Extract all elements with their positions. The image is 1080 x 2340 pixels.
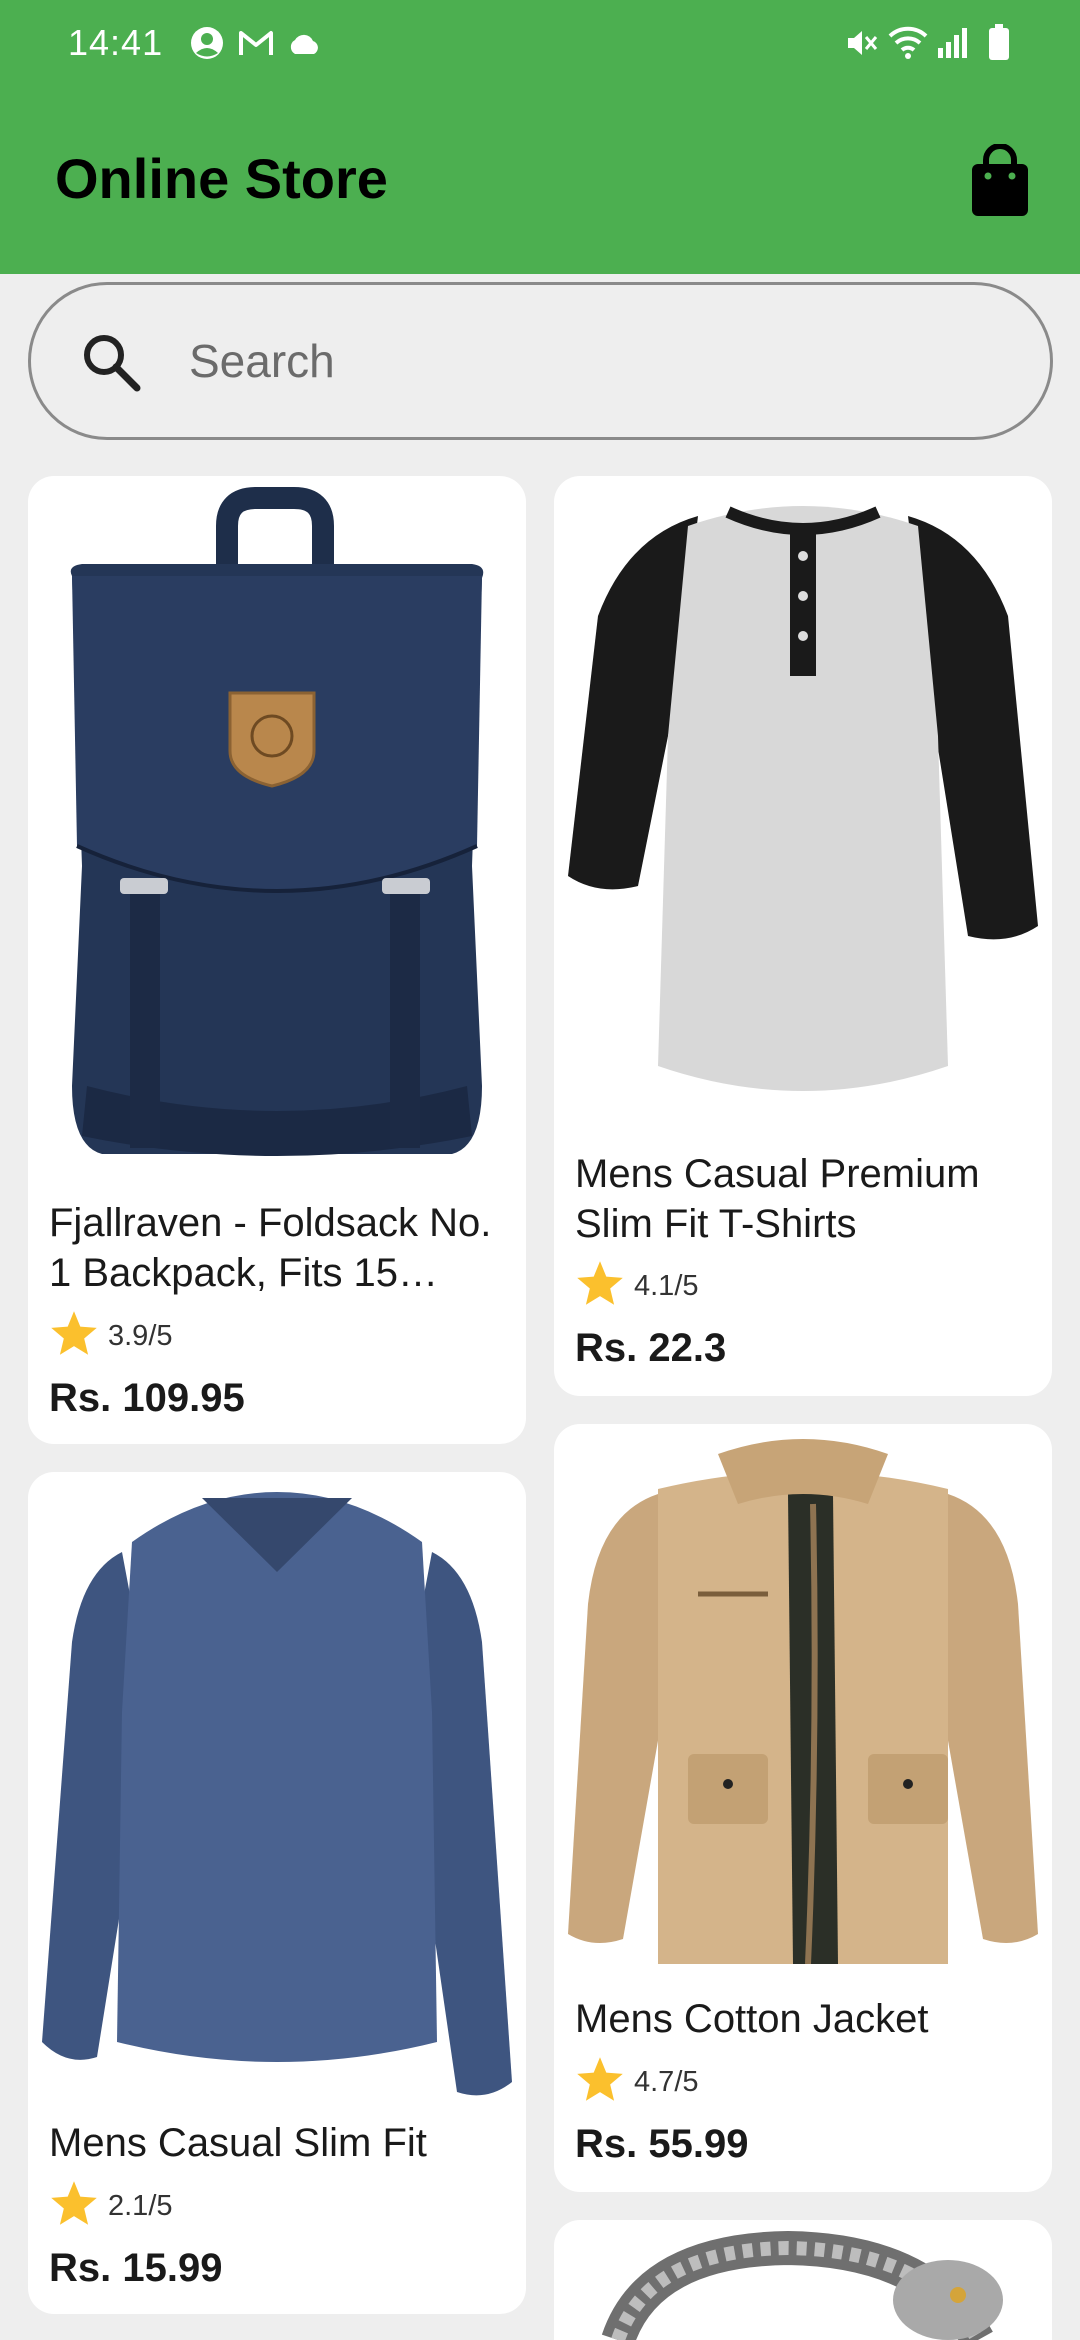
rating-value: 4.1/5 xyxy=(634,1270,699,1302)
rating-value: 2.1/5 xyxy=(108,2190,173,2222)
star-icon xyxy=(577,2057,623,2101)
page-title: Online Store xyxy=(55,147,388,210)
search-icon xyxy=(84,335,141,392)
app-bar: 14:41 Online Store xyxy=(0,0,1080,274)
star-icon xyxy=(51,1311,97,1355)
product-price: Rs. 55.99 xyxy=(575,2122,749,2166)
rating-value: 3.9/5 xyxy=(108,1320,173,1352)
gmail-icon xyxy=(239,31,273,55)
wifi-icon xyxy=(888,26,928,59)
product-image xyxy=(42,1492,512,2096)
mute-icon xyxy=(848,31,878,55)
status-time: 14:41 xyxy=(68,22,164,63)
product-card[interactable]: Mens Cotton Jacket 4.7/5 Rs. 55.99 xyxy=(554,1424,1052,2192)
product-image xyxy=(568,1439,1038,1964)
product-rating: 4.1/5 xyxy=(574,1258,774,1310)
signal-icon xyxy=(938,28,967,58)
product-name: Fjallraven - Foldsack No. 1 Backpack, Fi… xyxy=(49,1201,492,1295)
product-rating: 3.9/5 xyxy=(48,1308,248,1360)
battery-icon xyxy=(989,24,1009,60)
product-name: Mens Casual Premium Slim Fit T-Shirts xyxy=(575,1152,980,1246)
product-image xyxy=(601,2230,1003,2340)
product-card[interactable]: Mens Casual Slim Fit 2.1/5 Rs. 15.99 xyxy=(28,1472,526,2314)
star-icon xyxy=(577,1261,623,1305)
product-price: Rs. 22.3 xyxy=(575,1326,727,1370)
status-bar: 14:41 xyxy=(0,0,1080,86)
shopping-bag-icon[interactable] xyxy=(966,144,1034,216)
product-rating: 4.7/5 xyxy=(574,2054,774,2106)
product-card[interactable]: Fjallraven - Foldsack No. 1 Backpack, Fi… xyxy=(28,476,526,1444)
star-icon xyxy=(51,2181,97,2225)
product-card[interactable] xyxy=(554,2220,1052,2340)
product-image xyxy=(568,506,1038,1091)
account-circle-icon xyxy=(191,27,223,59)
product-image xyxy=(70,487,484,1156)
search-bar[interactable] xyxy=(28,282,1053,440)
product-price: Rs. 109.95 xyxy=(49,1376,245,1420)
product-price: Rs. 15.99 xyxy=(49,2246,223,2290)
cloud-icon xyxy=(290,34,318,54)
product-card[interactable]: Mens Casual Premium Slim Fit T-Shirts 4.… xyxy=(554,476,1052,1396)
rating-value: 4.7/5 xyxy=(634,2066,699,2098)
product-name: Mens Cotton Jacket xyxy=(575,1997,929,2041)
product-name: Mens Casual Slim Fit xyxy=(49,2121,427,2165)
product-rating: 2.1/5 xyxy=(48,2178,248,2230)
search-input[interactable] xyxy=(189,321,989,401)
